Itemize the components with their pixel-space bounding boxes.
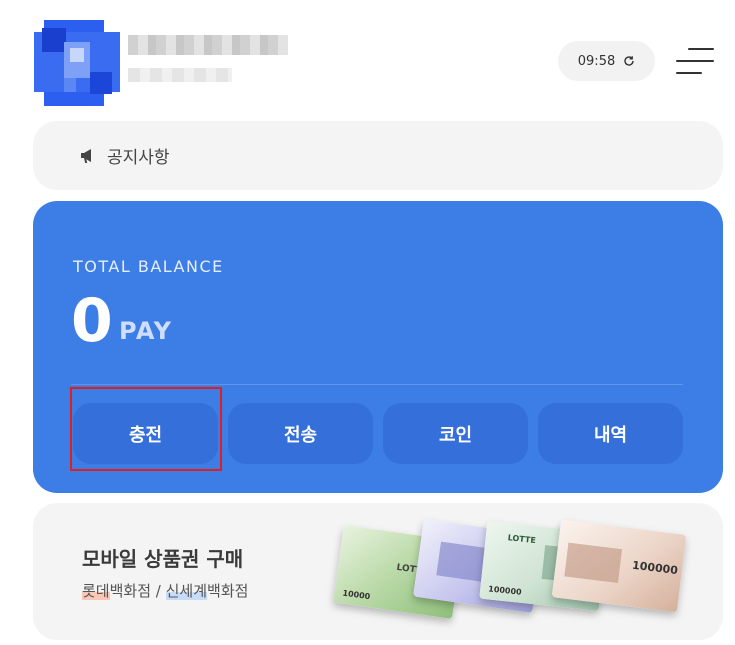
- megaphone-icon: [81, 148, 91, 163]
- user-name-blurred: [128, 35, 288, 55]
- store-shinsegae: 신세계: [165, 582, 208, 600]
- session-time: 09:58: [577, 53, 616, 69]
- balance-unit: PAY: [119, 317, 173, 345]
- balance-label: TOTAL BALANCE: [73, 257, 224, 276]
- store-lotte: 롯데: [82, 582, 110, 600]
- store-lotte-suffix: 백화점: [109, 582, 152, 600]
- gift-subtitle: 롯데백화점 / 신세계백화점: [82, 580, 248, 601]
- highlight-box: [70, 387, 222, 471]
- gift-card-banner[interactable]: 모바일 상품권 구매 롯데백화점 / 신세계백화점 LOTTE 10000 LO…: [33, 503, 723, 640]
- gift-voucher: 100000: [551, 519, 687, 613]
- store-shinsegae-suffix: 백화점: [207, 582, 249, 600]
- refresh-icon[interactable]: [623, 55, 635, 67]
- notice-label: 공지사항: [107, 148, 170, 168]
- session-timer[interactable]: 09:58: [558, 41, 655, 81]
- balance-amount: 0: [71, 286, 113, 356]
- coin-button[interactable]: 코인: [383, 403, 528, 464]
- notice-bar[interactable]: 공지사항: [33, 121, 723, 190]
- hamburger-menu-icon[interactable]: [674, 46, 714, 76]
- avatar[interactable]: [34, 20, 120, 106]
- divider: [71, 384, 683, 385]
- header: 09:58: [0, 0, 735, 110]
- gift-title: 모바일 상품권 구매: [82, 547, 244, 571]
- store-separator: /: [151, 582, 166, 600]
- transfer-button[interactable]: 전송: [228, 403, 373, 464]
- user-subtitle-blurred: [128, 68, 232, 82]
- history-button[interactable]: 내역: [538, 403, 683, 464]
